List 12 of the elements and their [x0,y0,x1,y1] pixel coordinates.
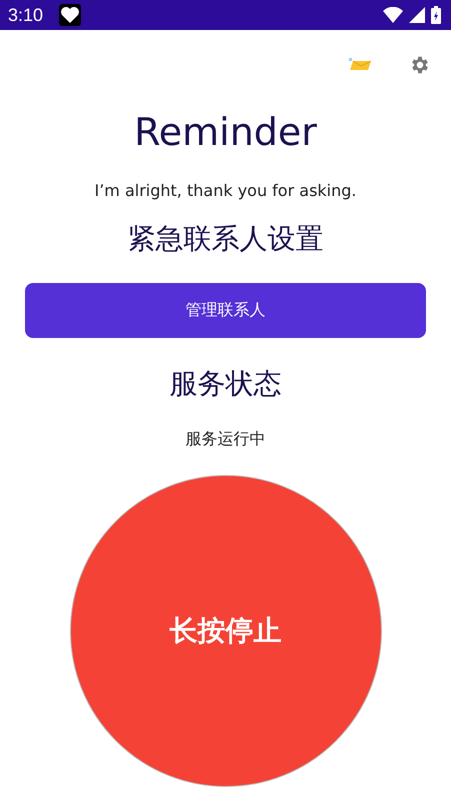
app-title: Reminder [134,109,317,156]
heart-icon [59,4,82,26]
greeting-text: I’m alright, thank you for asking. [94,180,356,202]
stop-button[interactable]: 长按停止 [70,475,382,787]
contacts-heading: 紧急联系人设置 [128,221,324,257]
status-time: 3:10 [8,4,44,26]
service-heading: 服务状态 [170,366,282,402]
signal-icon [409,7,425,23]
wifi-icon [383,7,403,23]
manage-contacts-button[interactable]: 管理联系人 [25,283,426,338]
service-status-text: 服务运行中 [186,428,266,450]
battery-icon [431,6,441,24]
